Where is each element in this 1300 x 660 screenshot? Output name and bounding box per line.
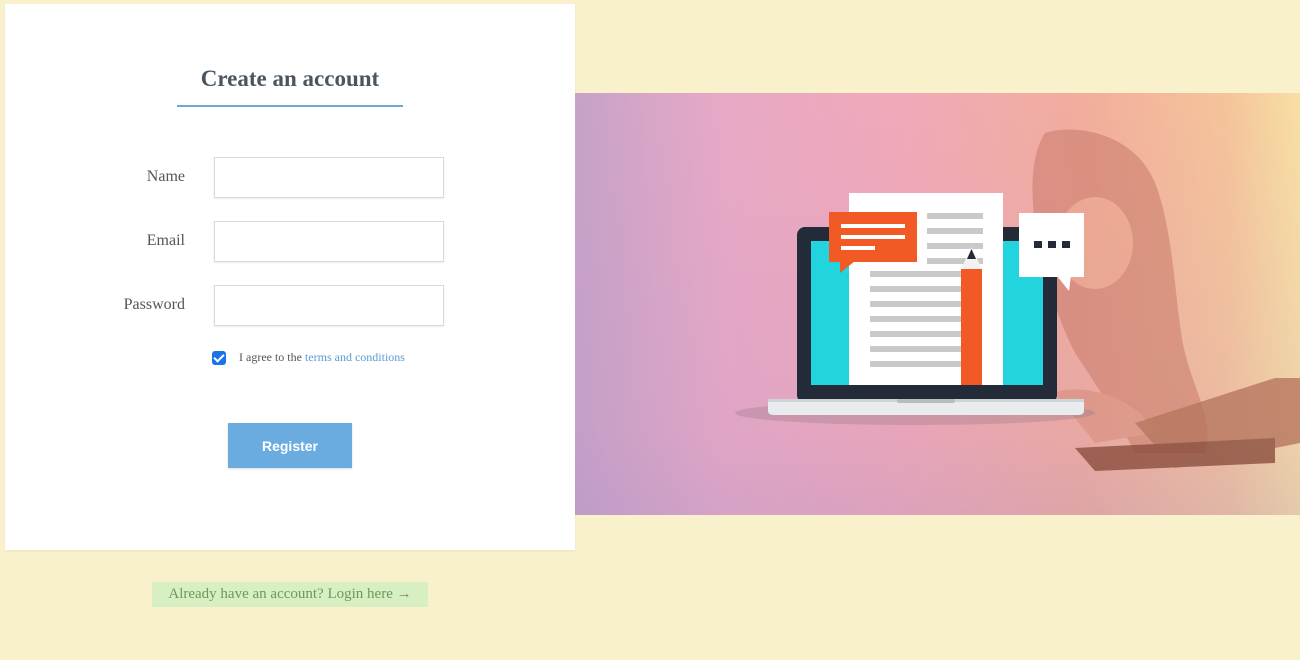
hero-image xyxy=(575,93,1300,515)
page-title: Create an account xyxy=(200,66,380,91)
terms-agreement: I agree to the terms and conditions xyxy=(212,350,405,365)
email-input[interactable] xyxy=(214,221,444,262)
password-label: Password xyxy=(123,296,185,313)
pencil-icon xyxy=(961,247,982,385)
agree-text: I agree to the xyxy=(239,350,302,364)
email-label: Email xyxy=(146,232,185,249)
login-link[interactable]: Already have an account? Login here → xyxy=(152,582,428,607)
hero-illustration xyxy=(735,129,1300,471)
agree-checkbox[interactable] xyxy=(212,350,226,365)
register-button[interactable]: Register xyxy=(228,423,352,468)
password-input[interactable] xyxy=(214,285,444,326)
terms-link[interactable]: terms and conditions xyxy=(305,350,405,365)
name-label: Name xyxy=(146,168,185,185)
register-card: Create an account Name Email Password I … xyxy=(5,4,575,550)
name-input[interactable] xyxy=(214,157,444,198)
title-underline xyxy=(177,105,403,107)
register-page: Create an account Name Email Password I … xyxy=(0,0,1300,660)
